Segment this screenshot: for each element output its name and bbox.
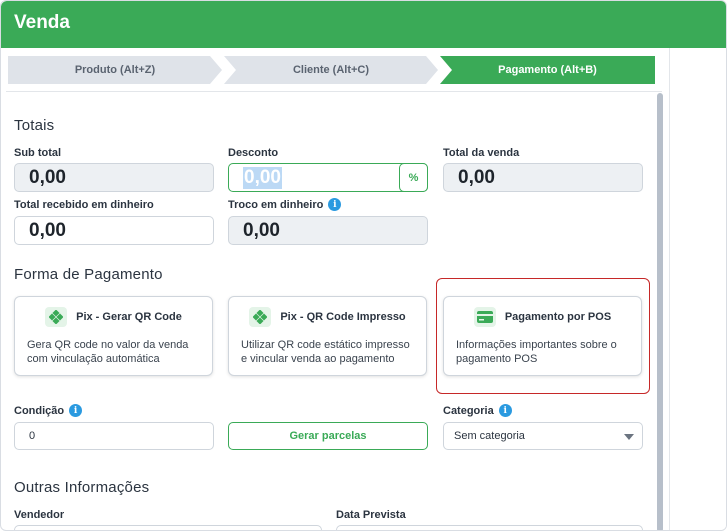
categoria-label: Categoria i xyxy=(443,404,512,417)
subtotal-label: Sub total xyxy=(14,147,62,159)
payment-option-desc: Informações importantes sobre o pagament… xyxy=(456,339,617,365)
recebido-input[interactable]: 0,00 xyxy=(14,216,214,245)
window-header: Venda xyxy=(1,1,726,48)
data-prevista-label: Data Prevista xyxy=(336,509,406,521)
data-prevista-input[interactable] xyxy=(336,525,643,530)
desconto-value: 0,00 xyxy=(243,166,282,189)
payment-option-title: Pagamento por POS xyxy=(504,311,612,323)
vendedor-label: Vendedor xyxy=(14,509,65,521)
pix-icon xyxy=(45,307,68,327)
payment-option-pix-impresso[interactable]: Pix - QR Code Impresso Utilizar QR code … xyxy=(228,296,427,376)
percent-toggle-button[interactable]: % xyxy=(399,163,428,192)
payment-option-desc: Gera QR code no valor da venda com vincu… xyxy=(27,339,189,365)
payment-option-pos[interactable]: Pagamento por POS Informações importante… xyxy=(443,296,642,376)
section-title-outras: Outras Informações xyxy=(14,479,150,496)
sale-window: Venda Produto (Alt+Z) Cliente (Alt+C) Pa… xyxy=(0,0,727,531)
recebido-value: 0,00 xyxy=(29,219,66,241)
vendedor-input[interactable] xyxy=(14,525,322,530)
pix-icon xyxy=(249,307,272,327)
gerar-parcelas-button[interactable]: Gerar parcelas xyxy=(228,422,428,450)
info-icon[interactable]: i xyxy=(69,404,83,417)
total-venda-label: Total da venda xyxy=(443,147,520,159)
troco-value: 0,00 xyxy=(243,219,280,241)
info-icon[interactable]: i xyxy=(498,404,512,417)
payment-option-title: Pix - QR Code Impresso xyxy=(280,311,406,323)
troco-field: 0,00 xyxy=(228,216,428,245)
payment-option-title: Pix - Gerar QR Code xyxy=(76,311,182,323)
right-side-panel xyxy=(669,48,726,530)
step-pagamento[interactable]: Pagamento (Alt+B) xyxy=(440,56,655,84)
credit-card-icon xyxy=(473,307,496,327)
section-title-totais: Totais xyxy=(14,117,55,134)
troco-label: Troco em dinheiro i xyxy=(228,198,342,211)
total-venda-value: 0,00 xyxy=(458,166,495,188)
payment-option-desc: Utilizar QR code estático impresso e vin… xyxy=(241,339,410,365)
wizard-steps: Produto (Alt+Z) Cliente (Alt+C) Pagament… xyxy=(8,56,655,84)
info-icon[interactable]: i xyxy=(328,198,342,211)
condicao-label: Condição i xyxy=(14,404,83,417)
step-produto[interactable]: Produto (Alt+Z) xyxy=(8,56,222,84)
desconto-label: Desconto xyxy=(228,147,279,159)
condicao-input[interactable]: 0 xyxy=(14,422,214,450)
chevron-down-icon xyxy=(624,434,634,440)
step-cliente[interactable]: Cliente (Alt+C) xyxy=(224,56,438,84)
subtotal-value: 0,00 xyxy=(29,166,66,188)
condicao-value: 0 xyxy=(29,430,36,442)
total-venda-field: 0,00 xyxy=(443,163,643,192)
categoria-select[interactable]: Sem categoria xyxy=(443,422,643,450)
section-title-pagamento: Forma de Pagamento xyxy=(14,266,163,283)
percent-icon: % xyxy=(408,171,419,184)
subtotal-field: 0,00 xyxy=(14,163,214,192)
payment-option-pix-gerar[interactable]: Pix - Gerar QR Code Gera QR code no valo… xyxy=(14,296,213,376)
desconto-input[interactable]: 0,00 % xyxy=(228,163,428,192)
content-scrollbar[interactable] xyxy=(657,93,663,530)
page-title: Venda xyxy=(14,12,70,33)
categoria-value: Sem categoria xyxy=(454,430,525,442)
recebido-label: Total recebido em dinheiro xyxy=(14,199,154,211)
